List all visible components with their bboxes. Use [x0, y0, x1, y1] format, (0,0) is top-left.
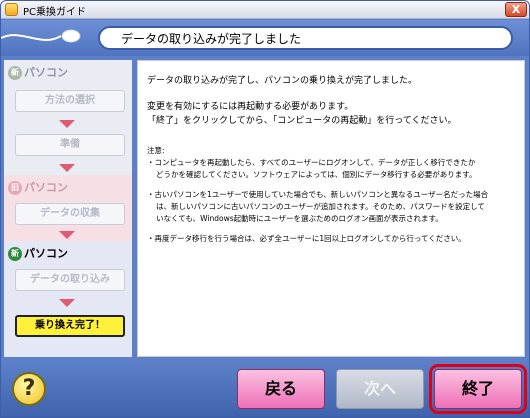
message-panel: データの取り込みが完了し、パソコンの乗り換えが完了しました。 変更を有効にするに… — [137, 60, 525, 357]
note-line: どうかを確認してください。ソフトウェアによっては、個別にデータ移行する必要があり… — [156, 170, 477, 179]
back-button[interactable]: 戻る — [237, 369, 325, 409]
message-line: データの取り込みが完了し、パソコンの乗り換えが完了しました。 — [147, 76, 418, 86]
step-transfer-complete: 乗り換え完了！ — [15, 315, 125, 337]
note-line: いなくても、Windows起動時にユーザーを選ぶためのログオン画面が表示されます… — [156, 214, 443, 223]
app-window: PC乗換ガイド X データの取り込みが完了しました 新パソコン 方法の選択 準備… — [0, 0, 530, 418]
app-icon — [5, 3, 18, 16]
new-pc-section-1: 新パソコン 方法の選択 準備 — [4, 60, 132, 175]
step-arrow-icon — [59, 120, 75, 128]
new-pc-section-2: 新パソコン データの取り込み 乗り換え完了！ — [4, 241, 132, 357]
old-pc-section: 旧パソコン データの収集 — [4, 175, 132, 241]
step-arrow-icon — [59, 164, 75, 172]
title-bar: PC乗換ガイド X — [1, 1, 529, 19]
mouse-cable-icon — [1, 29, 81, 43]
note-line: は、新しいパソコンに古いパソコンのユーザーが追加されます。そのため、パスワードを… — [156, 202, 485, 211]
footer-bar: ? 戻る 次へ 終了 — [1, 361, 529, 417]
section-label: パソコン — [24, 66, 68, 79]
header-banner: データの取り込みが完了しました — [1, 20, 529, 56]
page-title: データの取り込みが完了しました — [121, 32, 302, 46]
window-title: PC乗換ガイド — [23, 7, 87, 18]
note-line: ・古いパソコンを1ユーザーで使用していた場合でも、新しいパソコンと異なるユーザー… — [147, 190, 489, 199]
section-label: パソコン — [24, 247, 68, 260]
help-button[interactable]: ? — [12, 372, 46, 406]
next-button: 次へ — [336, 369, 424, 409]
message-line: 変更を有効にするには再起動する必要があります。 — [147, 102, 354, 112]
step-import-data: データの取り込み — [15, 269, 125, 291]
new-badge: 新 — [8, 66, 22, 80]
close-button[interactable]: X — [505, 2, 527, 17]
finish-button[interactable]: 終了 — [429, 364, 527, 414]
progress-sidebar: 新パソコン 方法の選択 準備 旧パソコン データの収集 新パソコン データの取り… — [4, 60, 132, 357]
step-arrow-icon — [59, 299, 75, 307]
section-label: パソコン — [24, 181, 68, 194]
note-line: ・再度データ移行を行う場合は、必ず全ユーザーに1回以上ログオンしてから行ってくだ… — [147, 234, 466, 243]
step-collect-data: データの収集 — [15, 203, 125, 225]
message-line: 「終了」をクリックしてから、「コンピュータの再起動」を行ってください。 — [147, 116, 457, 126]
new-badge: 新 — [8, 247, 22, 261]
old-badge: 旧 — [8, 181, 22, 195]
step-prepare: 準備 — [15, 134, 125, 156]
note-line: ・コンピュータを再起動したら、すべてのユーザーにログオンして、データが正しく移行… — [147, 158, 476, 167]
note-title: 注意: — [147, 146, 165, 155]
step-arrow-icon — [59, 231, 75, 239]
step-method-select: 方法の選択 — [15, 90, 125, 112]
